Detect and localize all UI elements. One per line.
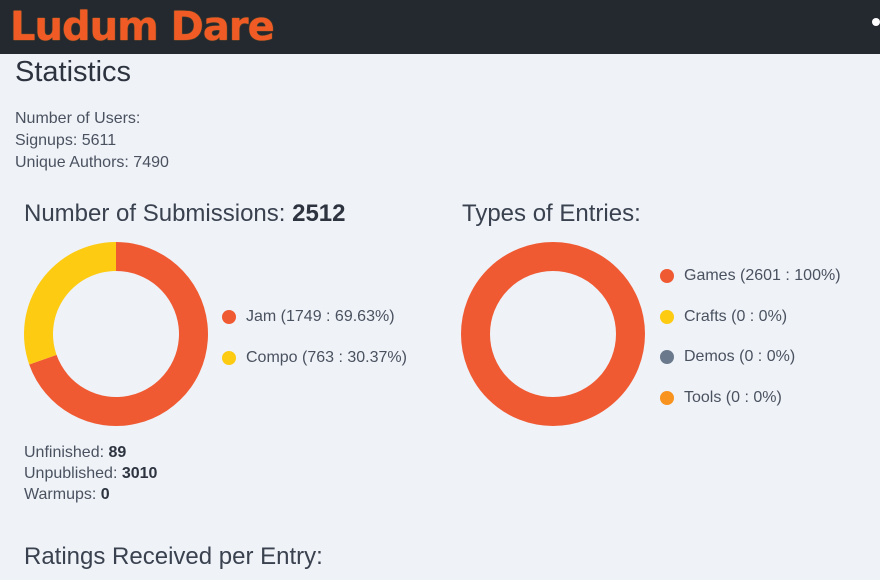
entry-types-legend-item[interactable]: Demos (0 : 0%) (660, 347, 841, 367)
signups-line: Signups: 5611 (15, 130, 169, 152)
slice-compo[interactable] (24, 242, 116, 365)
legend-swatch-icon (660, 350, 674, 364)
unpublished-line: Unpublished: 3010 (24, 463, 157, 484)
submissions-legend-item[interactable]: Compo (763 : 30.37%) (222, 348, 407, 368)
legend-swatch-icon (222, 350, 236, 365)
entry-types-legend-item[interactable]: Crafts (0 : 0%) (660, 307, 841, 327)
entry-types-legend-label: Games (2601 : 100%) (684, 267, 841, 284)
unfinished-value: 89 (108, 444, 127, 461)
authors-value: 7490 (133, 154, 169, 171)
submissions-total: 2512 (292, 200, 346, 227)
unfinished-label: Unfinished: (24, 444, 109, 461)
slice-games[interactable] (461, 242, 645, 426)
submissions-legend-label: Compo (763 : 30.37%) (246, 348, 407, 366)
authors-line: Unique Authors: 7490 (15, 152, 169, 174)
users-section: Number of Users: Signups: 5611 Unique Au… (15, 108, 169, 174)
unfinished-line: Unfinished: 89 (24, 442, 157, 463)
ratings-title: Ratings Received per Entry: (24, 543, 323, 570)
signups-label: Signups: (15, 132, 82, 149)
signups-value: 5611 (81, 132, 117, 149)
legend-swatch-icon (660, 309, 674, 324)
submissions-legend: Jam (1749 : 69.63%) Compo (763 : 30.37%) (222, 307, 407, 388)
menu-dot-icon[interactable] (872, 18, 880, 26)
users-heading: Number of Users: (15, 110, 141, 127)
ludum-dare-logo[interactable]: Ludum Dare (10, 2, 275, 52)
legend-swatch-icon (660, 390, 674, 405)
entry-types-legend-item[interactable]: Tools (0 : 0%) (660, 388, 841, 408)
page-title: Statistics (15, 56, 132, 88)
entry-types-legend: Games (2601 : 100%) Crafts (0 : 0%) Demos … (660, 266, 841, 428)
entry-types-title: Types of Entries: (462, 200, 641, 227)
submissions-donut-chart (24, 242, 208, 426)
submissions-title: Number of Submissions: 2512 (24, 200, 346, 228)
submissions-legend-label: Jam (1749 : 69.63%) (246, 308, 395, 325)
legend-swatch-icon (222, 310, 236, 324)
authors-label: Unique Authors: (15, 154, 134, 171)
warmups-value: 0 (100, 486, 110, 503)
entry-types-legend-label: Crafts (0 : 0%) (684, 307, 788, 325)
warmups-line: Warmups: 0 (24, 484, 157, 505)
submissions-legend-item[interactable]: Jam (1749 : 69.63%) (222, 307, 407, 327)
submissions-title-text: Number of Submissions: (24, 200, 293, 227)
warmups-label: Warmups: (24, 486, 101, 503)
legend-swatch-icon (660, 269, 674, 283)
unpublished-label: Unpublished: (24, 465, 122, 482)
top-bar: Ludum Dare (0, 0, 880, 54)
entry-types-legend-item[interactable]: Games (2601 : 100%) (660, 266, 841, 286)
entry-types-legend-label: Tools (0 : 0%) (684, 388, 782, 406)
entry-types-legend-label: Demos (0 : 0%) (684, 348, 796, 365)
entry-types-donut-chart (461, 242, 645, 426)
submission-counts: Unfinished: 89 Unpublished: 3010 Warmups… (24, 442, 157, 505)
unpublished-value: 3010 (121, 465, 158, 482)
